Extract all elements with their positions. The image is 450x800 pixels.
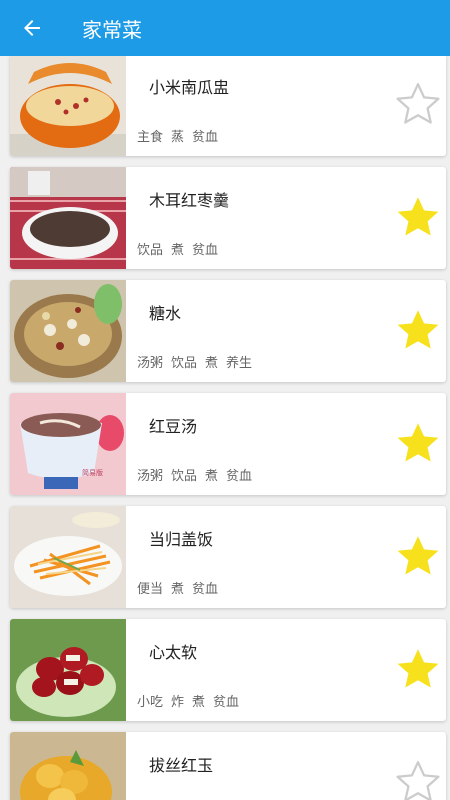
recipe-name: 当归盖饭 (149, 530, 214, 549)
recipe-tags: 饮品煮贫血 (137, 239, 226, 258)
recipe-image-sweet-soup (10, 280, 126, 382)
recipe-card[interactable]: 简易版 红豆汤 汤粥 饮品煮贫血 (10, 393, 446, 495)
recipe-tag: 汤粥 (137, 356, 164, 371)
recipe-tag: 便当 (137, 582, 164, 597)
recipe-name: 拔丝红玉 (149, 756, 214, 775)
recipe-tag: 贫血 (192, 582, 219, 597)
recipe-card[interactable]: 糖水 汤粥 饮品煮养生 (10, 280, 446, 382)
recipe-card[interactable]: 拔丝红玉 小吃炸煮贫血 (10, 732, 446, 800)
recipe-tag: 贫血 (192, 243, 219, 258)
recipe-name: 糖水 (149, 304, 182, 323)
recipe-card[interactable]: 木耳红枣羹 饮品煮贫血 (10, 167, 446, 269)
recipe-tag: 主食 (137, 130, 164, 145)
star-filled-icon[interactable] (392, 531, 444, 581)
star-filled-icon[interactable] (392, 644, 444, 694)
recipe-tags: 汤粥 饮品煮贫血 (137, 465, 260, 484)
recipe-tag: 饮品 (171, 469, 198, 484)
recipe-name: 心太软 (149, 643, 198, 662)
back-button[interactable] (0, 0, 64, 56)
recipe-image-candied-dish (10, 732, 126, 800)
svg-text:简易版: 简易版 (82, 468, 103, 477)
recipe-tag: 贫血 (213, 695, 240, 710)
recipe-image-dark-soup (10, 167, 126, 269)
recipe-tags: 便当煮贫血 (137, 578, 226, 597)
recipe-image-stir-fry-plate (10, 506, 126, 608)
star-filled-icon[interactable] (392, 305, 444, 355)
recipe-name: 红豆汤 (149, 417, 198, 436)
recipe-card[interactable]: 心太软 小吃炸煮贫血 (10, 619, 446, 721)
app-bar: 家常菜 (0, 0, 450, 56)
recipe-tag: 煮 (171, 243, 185, 258)
recipe-tag: 汤粥 (137, 469, 164, 484)
arrow-left-icon (24, 20, 40, 36)
recipe-tag: 煮 (192, 695, 206, 710)
star-outline-icon[interactable] (392, 79, 444, 129)
recipe-tag: 炸 (171, 695, 185, 710)
recipe-image-stuffed-dates (10, 619, 126, 721)
recipe-tags: 汤粥 饮品煮养生 (137, 352, 260, 371)
recipe-tag: 贫血 (226, 469, 253, 484)
recipe-tag: 蒸 (171, 130, 185, 145)
star-filled-icon[interactable] (392, 418, 444, 468)
recipe-list[interactable]: 小米南瓜盅 主食蒸贫血 木耳红枣羹 饮品煮贫血 糖水 汤粥 饮品 煮 养生 简易… (0, 56, 450, 800)
recipe-tag: 小吃 (137, 695, 164, 710)
recipe-image-pumpkin-bowl (10, 56, 126, 156)
recipe-tag: 煮 (205, 469, 219, 484)
recipe-tag: 养生 (226, 356, 253, 371)
recipe-tags: 主食蒸贫血 (137, 126, 226, 145)
recipe-name: 木耳红枣羹 (149, 191, 230, 210)
recipe-card[interactable]: 当归盖饭 便当煮贫血 (10, 506, 446, 608)
recipe-tag: 煮 (205, 356, 219, 371)
recipe-card[interactable]: 小米南瓜盅 主食蒸贫血 (10, 56, 446, 156)
recipe-tags: 小吃炸煮贫血 (137, 691, 247, 710)
recipe-tag: 饮品 (137, 243, 164, 258)
page-title: 家常菜 (82, 17, 142, 42)
star-outline-icon[interactable] (392, 757, 444, 800)
recipe-tag: 贫血 (192, 130, 219, 145)
recipe-tag: 饮品 (171, 356, 198, 371)
recipe-tag: 煮 (171, 582, 185, 597)
recipe-image-red-bean-soup: 简易版 (10, 393, 126, 495)
star-filled-icon[interactable] (392, 192, 444, 242)
recipe-name: 小米南瓜盅 (149, 78, 230, 97)
